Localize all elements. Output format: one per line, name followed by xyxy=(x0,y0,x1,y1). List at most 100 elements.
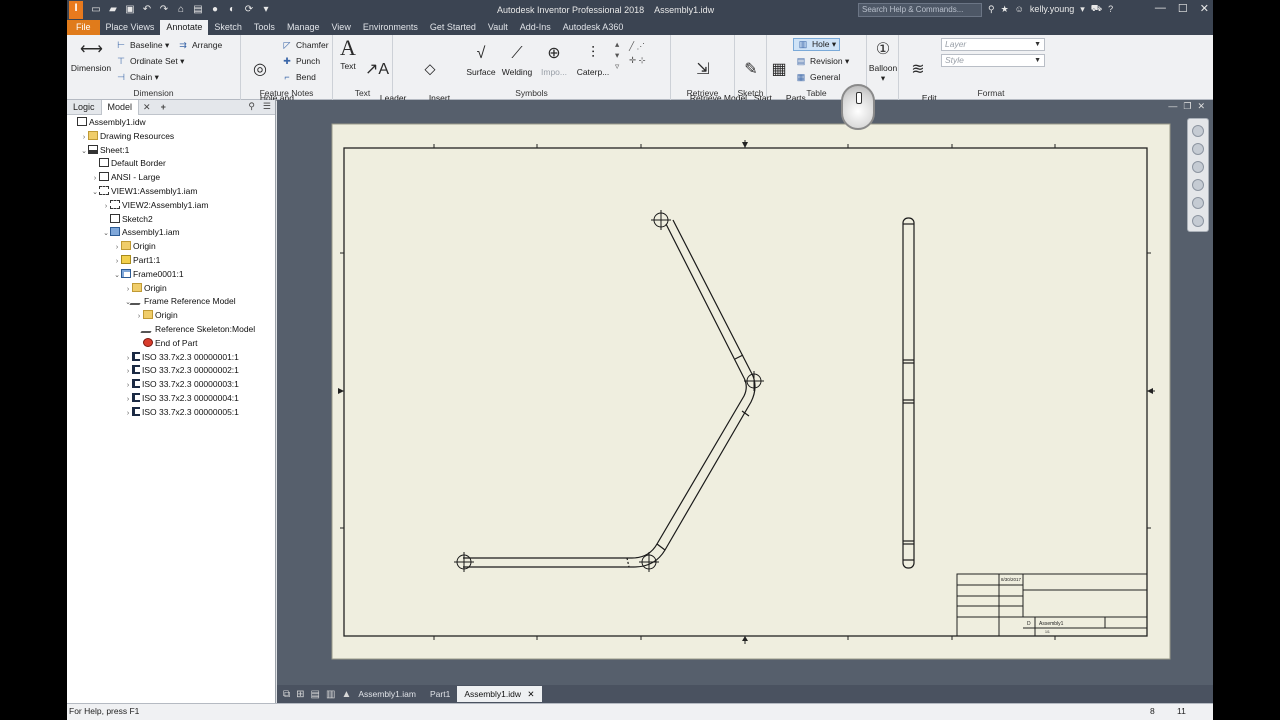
expand-toggle-icon[interactable]: › xyxy=(124,283,132,296)
user-icon[interactable]: ☺ xyxy=(1015,4,1024,14)
tab-place-views[interactable]: Place Views xyxy=(100,20,161,35)
maximize-icon[interactable]: ☐ xyxy=(1178,2,1188,15)
general-table-button[interactable]: ▦ General xyxy=(795,72,841,83)
hole-table-button[interactable]: ▥ Hole ▾ xyxy=(793,38,841,51)
cascade-icon[interactable]: ⊞ xyxy=(296,689,304,700)
zoom-all-icon[interactable] xyxy=(1192,197,1204,209)
update-icon[interactable]: ⟳ xyxy=(242,3,256,16)
material-icon[interactable]: ● xyxy=(208,3,222,16)
tree-node[interactable]: End of Part xyxy=(135,337,198,350)
layer-select[interactable]: Layer ▼ xyxy=(941,38,1045,51)
doc-tab-part1[interactable]: Part1 xyxy=(423,686,457,702)
tab-get-started[interactable]: Get Started xyxy=(424,20,482,35)
expand-toggle-icon[interactable]: ⌄ xyxy=(91,186,99,199)
drawing-canvas[interactable]: 8/30/2017 D Assembly1 1/1 xyxy=(277,100,1213,685)
tree-node[interactable]: › Origin xyxy=(124,282,167,295)
customize-icon[interactable]: ▾ xyxy=(259,3,273,16)
zoom-icon[interactable] xyxy=(1192,161,1204,173)
caterpillar-button[interactable]: ⫶ Caterp... xyxy=(573,43,613,77)
tab-file[interactable]: File xyxy=(67,20,100,35)
close-icon[interactable]: ✕ xyxy=(143,102,151,113)
add-tab-icon[interactable]: + xyxy=(161,102,166,112)
inventor-logo-icon[interactable]: I xyxy=(69,1,83,19)
tree-node[interactable]: › ANSI - Large xyxy=(91,171,160,184)
home-icon[interactable]: ⌂ xyxy=(174,3,188,16)
undo-icon[interactable]: ↶ xyxy=(140,3,154,16)
tree-node[interactable]: › ISO 33.7x2.3 00000003:1 xyxy=(124,378,239,391)
tab-logic[interactable]: Logic xyxy=(67,100,101,115)
arrange-vertical-icon[interactable]: ▥ xyxy=(326,689,335,700)
expand-toggle-icon[interactable]: › xyxy=(113,241,121,254)
tree-node[interactable]: ⌄ Sheet:1 xyxy=(80,144,129,157)
tree-node[interactable]: Default Border xyxy=(91,157,166,170)
orbit-icon[interactable] xyxy=(1192,215,1204,227)
doc-menu-icon[interactable]: ▲ xyxy=(341,689,351,700)
tab-a360[interactable]: Autodesk A360 xyxy=(557,20,630,35)
tab-tools[interactable]: Tools xyxy=(248,20,281,35)
expand-toggle-icon[interactable]: ⌄ xyxy=(80,145,88,158)
save-icon[interactable]: ▣ xyxy=(123,3,137,16)
graphics-window[interactable]: —❐✕ 8/30/2017 D Assembly1 1/1 xyxy=(277,100,1213,685)
expand-toggle-icon[interactable]: › xyxy=(124,407,132,420)
tree-node[interactable]: › ISO 33.7x2.3 00000002:1 xyxy=(124,364,239,377)
dash-line-icon[interactable]: ⋰ xyxy=(637,41,646,51)
tree-node[interactable]: ⌄ VIEW1:Assembly1.iam xyxy=(91,185,197,198)
close-icon[interactable]: ✕ xyxy=(527,689,534,699)
user-name[interactable]: kelly.young xyxy=(1030,4,1074,14)
line-icon[interactable]: ╱ xyxy=(629,41,634,51)
expand-toggle-icon[interactable]: › xyxy=(91,172,99,185)
text-button[interactable]: A Text xyxy=(335,37,361,72)
tree-node[interactable]: › ISO 33.7x2.3 00000001:1 xyxy=(124,351,239,364)
chevron-down-icon[interactable]: ▾ xyxy=(1080,4,1085,15)
chamfer-button[interactable]: ◸ Chamfer xyxy=(281,40,329,51)
minimize-icon[interactable]: — xyxy=(1155,2,1166,15)
help-icon[interactable]: ? xyxy=(1108,4,1113,14)
baseline-button[interactable]: ⊢ Baseline ▾ xyxy=(115,40,169,51)
tree-node[interactable]: › ISO 33.7x2.3 00000005:1 xyxy=(124,406,239,419)
new-icon[interactable]: ▭ xyxy=(89,3,103,16)
doc-tab-assembly-iam[interactable]: Assembly1.iam xyxy=(351,686,423,702)
expand-toggle-icon[interactable]: › xyxy=(124,393,132,406)
cart-icon[interactable]: ⛟ xyxy=(1091,3,1102,15)
search-icon[interactable]: ⚲ xyxy=(248,101,255,112)
ordinate-set-button[interactable]: ⊤ Ordinate Set ▾ xyxy=(115,56,184,67)
close-icon[interactable]: ✕ xyxy=(1200,2,1209,15)
welding-button[interactable]: ⟋ Welding xyxy=(499,43,535,77)
redo-icon[interactable]: ↷ xyxy=(157,3,171,16)
tree-node[interactable]: ⌄ Frame Reference Model xyxy=(124,295,236,308)
steering-wheel-icon[interactable] xyxy=(1192,125,1204,137)
doc-tab-assembly-idw[interactable]: Assembly1.idw ✕ xyxy=(457,686,542,702)
star-icon[interactable]: ★ xyxy=(1001,4,1009,15)
pan-icon[interactable] xyxy=(1192,143,1204,155)
tree-node[interactable]: › VIEW2:Assembly1.iam xyxy=(102,199,208,212)
arrange-button[interactable]: ⇉ Arrange xyxy=(177,40,222,51)
expand-toggle-icon[interactable]: › xyxy=(124,352,132,365)
open-icon[interactable]: ▰ xyxy=(106,3,120,16)
tree-node[interactable]: Reference Skeleton:Model xyxy=(135,323,255,336)
tab-model[interactable]: Model xyxy=(100,99,140,115)
punch-button[interactable]: ✚ Punch xyxy=(281,56,320,67)
tree-node[interactable]: › Origin xyxy=(113,240,156,253)
help-search-input[interactable]: Search Help & Commands... xyxy=(858,3,982,17)
dimension-button[interactable]: ⟷ Dimension xyxy=(69,39,113,73)
import-button[interactable]: ⊕ Impo... xyxy=(537,43,571,77)
appearance-icon[interactable]: ◐ xyxy=(225,3,239,16)
gallery-scroll[interactable]: ▴ ▾ ▿ xyxy=(615,39,619,72)
surface-button[interactable]: √ Surface xyxy=(465,43,497,77)
tree-node[interactable]: › Part1:1 xyxy=(113,254,160,267)
arrange-horizontal-icon[interactable]: ▤ xyxy=(311,689,320,700)
binoculars-icon[interactable]: ⚲ xyxy=(988,4,995,15)
expand-toggle-icon[interactable]: › xyxy=(124,365,132,378)
zoom-window-icon[interactable] xyxy=(1192,179,1204,191)
tree-node[interactable]: › Drawing Resources xyxy=(80,130,174,143)
tab-environments[interactable]: Environments xyxy=(357,20,424,35)
revision-table-button[interactable]: ▤ Revision ▾ xyxy=(795,56,850,67)
expand-toggle-icon[interactable]: › xyxy=(124,379,132,392)
print-icon[interactable]: ▤ xyxy=(191,3,205,16)
expand-toggle-icon[interactable]: ⌄ xyxy=(113,269,121,282)
tab-annotate[interactable]: Annotate xyxy=(160,20,209,35)
expand-toggle-icon[interactable]: › xyxy=(135,310,143,323)
expand-toggle-icon[interactable]: › xyxy=(113,255,121,268)
tab-view[interactable]: View xyxy=(325,20,356,35)
expand-toggle-icon[interactable]: ⌄ xyxy=(102,227,110,240)
